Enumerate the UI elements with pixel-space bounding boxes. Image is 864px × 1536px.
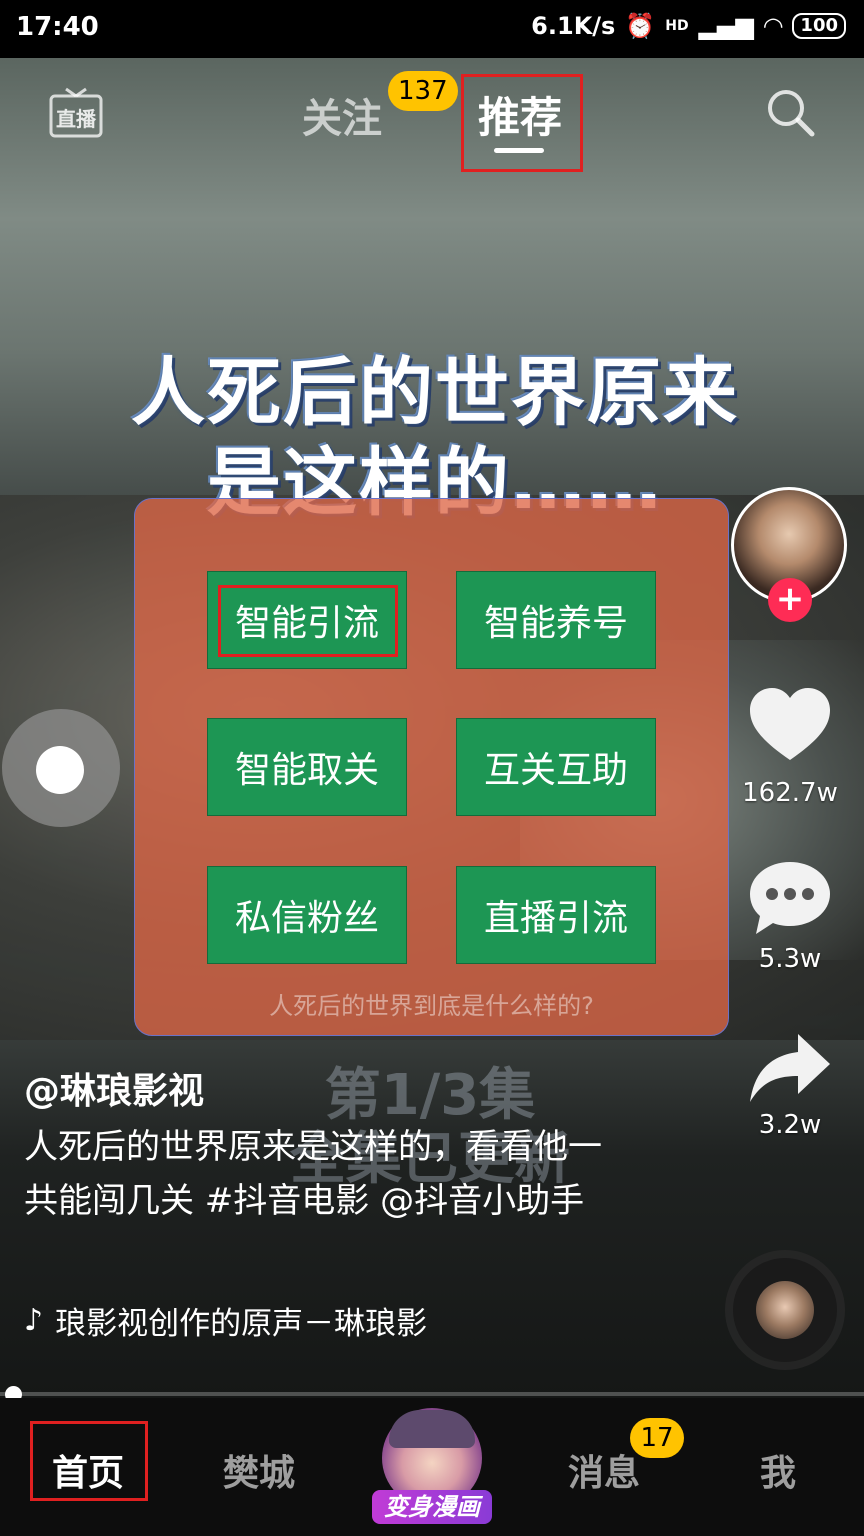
tab-me[interactable]: 我 <box>760 1444 796 1496</box>
video-progress-bar[interactable] <box>0 1392 864 1396</box>
comment-icon[interactable] <box>748 858 832 938</box>
comment-count: 5.3w <box>758 944 822 974</box>
center-avatar-hair <box>389 1410 475 1448</box>
panel-caption: 人死后的世界到底是什么样的? <box>269 992 594 1020</box>
video-description[interactable]: 人死后的世界原来是这样的，看看他一共能闯几关 #抖音电影 @抖音小助手 <box>24 1120 624 1228</box>
live-icon[interactable]: 直播 <box>48 86 104 142</box>
wifi-icon: ◠ <box>763 12 783 40</box>
center-avatar-label: 变身漫画 <box>372 1490 492 1524</box>
share-count: 3.2w <box>758 1110 822 1140</box>
status-time: 17:40 <box>16 12 99 42</box>
mutual-follow-button[interactable]: 互关互助 <box>456 718 656 816</box>
battery-icon: 100 <box>792 13 846 39</box>
tab-city[interactable]: 樊城 <box>223 1444 295 1496</box>
floating-ball-dot <box>36 746 84 794</box>
episode-line1: 第1/3集 <box>324 1063 536 1128</box>
follow-plus-button[interactable]: + <box>768 578 812 622</box>
tab-recommend[interactable]: 推荐 <box>478 84 562 145</box>
music-title: 琅影视创作的原声－琳琅影 <box>55 1306 428 1342</box>
smart-nurture-button[interactable]: 智能养号 <box>456 571 656 669</box>
status-bar: 17:40 6.1K/s ⏰ HD ▂▄▆ ◠ 100 <box>0 0 864 58</box>
live-label: 直播 <box>56 107 97 131</box>
smart-traffic-highlight <box>218 585 398 657</box>
status-icons: 6.1K/s ⏰ HD ▂▄▆ ◠ 100 <box>531 12 846 40</box>
smart-unfollow-button[interactable]: 智能取关 <box>207 718 407 816</box>
author-name[interactable]: @琳琅影视 <box>24 1062 204 1114</box>
signal-bars-icon: ▂▄▆ <box>698 12 754 40</box>
tab-home[interactable]: 首页 <box>52 1444 124 1496</box>
search-icon[interactable] <box>764 86 816 138</box>
tab-indicator <box>494 148 544 153</box>
follow-badge: 137 <box>388 71 458 111</box>
heart-icon[interactable] <box>748 686 832 766</box>
like-count: 162.7w <box>742 778 838 808</box>
music-row[interactable]: ♪ 琅影视创作的原声－琳琅影 <box>24 1298 427 1343</box>
alarm-icon: ⏰ <box>625 12 656 40</box>
music-note-icon: ♪ <box>24 1303 44 1338</box>
live-traffic-button[interactable]: 直播引流 <box>456 866 656 964</box>
tab-follow[interactable]: 关注 <box>302 86 382 144</box>
network-speed: 6.1K/s <box>531 12 616 40</box>
message-fans-button[interactable]: 私信粉丝 <box>207 866 407 964</box>
tab-messages[interactable]: 消息 <box>568 1444 640 1496</box>
video-title-line1: 人死后的世界原来 <box>131 350 739 436</box>
share-icon[interactable] <box>748 1030 832 1110</box>
messages-badge: 17 <box>630 1418 684 1458</box>
music-disc-cover <box>756 1281 814 1339</box>
signal-icon: HD <box>665 18 689 34</box>
